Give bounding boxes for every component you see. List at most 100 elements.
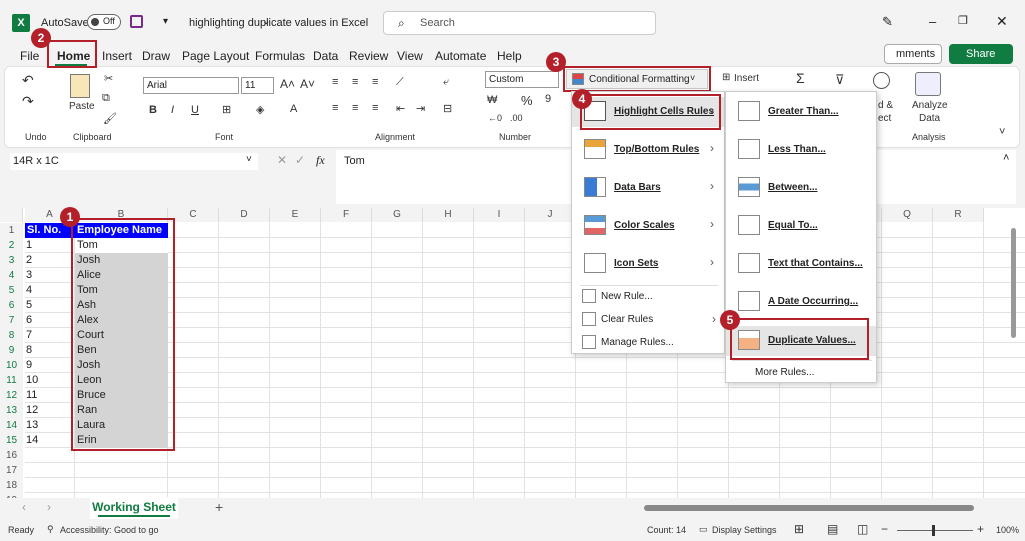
column-header[interactable]: Q [882,208,933,222]
cell-sl-no[interactable]: 1 [25,238,75,253]
analyze-data-icon[interactable] [915,72,941,96]
horizontal-scrollbar[interactable] [644,505,974,511]
tab-draw[interactable]: Draw [142,49,170,63]
menu-item-manage-rules[interactable]: Manage Rules... [572,332,724,354]
tab-file[interactable]: File [20,49,39,63]
row-header[interactable]: 11 [0,373,23,388]
zoom-in-icon[interactable]: + [977,522,984,536]
tab-view[interactable]: View [397,49,423,63]
select-label[interactable]: ect [878,113,891,124]
cell-sl-no[interactable]: 6 [25,313,75,328]
cell-sl-no[interactable]: 3 [25,268,75,283]
top-align-icon[interactable]: ≡ [332,76,338,88]
cell-sl-no[interactable]: 5 [25,298,75,313]
row-header[interactable]: 8 [0,328,23,343]
cells-insert-button[interactable]: Insert [734,73,759,84]
number-format-select[interactable]: Custom [485,71,559,88]
cell-sl-no[interactable]: 14 [25,433,75,448]
font-name-select[interactable]: Arial [143,77,239,94]
paste-button[interactable]: Paste [69,101,95,112]
borders-icon[interactable]: ⊞ [222,103,231,116]
column-header[interactable]: G [372,208,423,222]
font-size-select[interactable]: 11 [241,77,274,94]
row-header[interactable]: 1 [0,223,23,238]
page-break-view-icon[interactable]: ◫ [857,522,868,536]
tab-formulas[interactable]: Formulas [255,49,305,63]
cell-sl-no[interactable]: 12 [25,403,75,418]
redo-icon[interactable]: ↷ [22,93,34,110]
find-select-label[interactable]: d & [878,100,893,111]
row-header[interactable]: 18 [0,478,23,493]
menu-item-between[interactable]: Between... [726,173,876,203]
menu-item-data-bars[interactable]: Data Bars › [572,173,724,203]
row-header[interactable]: 5 [0,283,23,298]
font-color-icon[interactable]: A [290,103,297,115]
row-header[interactable]: 17 [0,463,23,478]
align-left-icon[interactable]: ≡ [332,102,338,114]
grow-font-icon[interactable]: A˄ [280,77,295,91]
column-header[interactable]: F [321,208,372,222]
tab-page-layout[interactable]: Page Layout [182,49,249,63]
increase-decimal-icon[interactable]: ←0 [488,113,502,123]
tab-data[interactable]: Data [313,49,338,63]
page-layout-view-icon[interactable]: ▤ [827,522,838,536]
fill-color-icon[interactable]: ◈ [256,103,264,116]
row-header[interactable]: 13 [0,403,23,418]
select-all-corner[interactable] [0,208,23,222]
menu-item-color-scales[interactable]: Color Scales › [572,211,724,241]
increase-indent-icon[interactable]: ⇥ [416,102,425,115]
middle-align-icon[interactable]: ≡ [352,76,358,88]
menu-item-clear-rules[interactable]: Clear Rules › [572,309,724,331]
merge-center-icon[interactable]: ⊟ [443,102,452,115]
row-header[interactable]: 6 [0,298,23,313]
menu-item-greater-than[interactable]: Greater Than... [726,97,876,127]
cut-icon[interactable]: ✂ [104,72,113,85]
row-header[interactable]: 3 [0,253,23,268]
underline-icon[interactable]: U [191,104,199,116]
minimize-icon[interactable]: – [929,14,936,29]
zoom-slider-thumb[interactable] [932,525,935,536]
row-header[interactable]: 9 [0,343,23,358]
cell-sl-no[interactable]: 10 [25,373,75,388]
tab-help[interactable]: Help [497,49,522,63]
qat-dropdown-icon[interactable]: ▾ [163,16,168,27]
menu-item-date-occurring[interactable]: A Date Occurring... [726,287,876,317]
scroll-left-icon[interactable]: ‹ [22,500,26,514]
decrease-indent-icon[interactable]: ⇤ [396,102,405,115]
undo-icon[interactable]: ↶ [22,72,34,89]
column-header[interactable]: R [933,208,984,222]
copy-icon[interactable]: ⧉ [102,92,110,105]
column-header[interactable]: I [474,208,525,222]
zoom-slider[interactable] [897,530,973,531]
shrink-font-icon[interactable]: A˅ [300,77,315,91]
decrease-decimal-icon[interactable]: .00 [510,113,523,123]
autosum-icon[interactable]: Σ [796,70,805,86]
search-input[interactable]: ⌕ Search [383,11,656,35]
menu-item-top-bottom-rules[interactable]: Top/Bottom Rules › [572,135,724,165]
name-box[interactable]: 14R x 1C [10,153,258,170]
tab-automate[interactable]: Automate [435,49,486,63]
cell-sl-no[interactable]: 2 [25,253,75,268]
tab-insert[interactable]: Insert [102,49,132,63]
cell-sl-no[interactable]: 4 [25,283,75,298]
align-right-icon[interactable]: ≡ [372,102,378,114]
column-header[interactable]: D [219,208,270,222]
collapse-ribbon-icon[interactable]: ˅ [999,126,1005,138]
cancel-entry-icon[interactable]: ✕ [277,153,287,167]
confirm-entry-icon[interactable]: ✓ [295,153,305,167]
row-header[interactable]: 2 [0,238,23,253]
bottom-align-icon[interactable]: ≡ [372,76,378,88]
bold-icon[interactable]: B [149,104,157,116]
title-dropdown-icon[interactable]: ⌄ [262,16,270,27]
insert-function-icon[interactable]: fx [316,153,325,168]
analyze-data-label2[interactable]: Data [919,113,940,124]
comments-button[interactable]: mments [884,44,942,64]
format-painter-icon[interactable]: 🖌 [103,112,117,125]
row-header[interactable]: 14 [0,418,23,433]
menu-item-icon-sets[interactable]: Icon Sets › [572,249,724,279]
share-button[interactable]: Share [949,44,1013,64]
menu-item-text-contains[interactable]: Text that Contains... [726,249,876,279]
row-header[interactable]: 10 [0,358,23,373]
autosave-toggle[interactable]: Off [87,14,121,30]
find-select-icon[interactable] [873,72,890,89]
